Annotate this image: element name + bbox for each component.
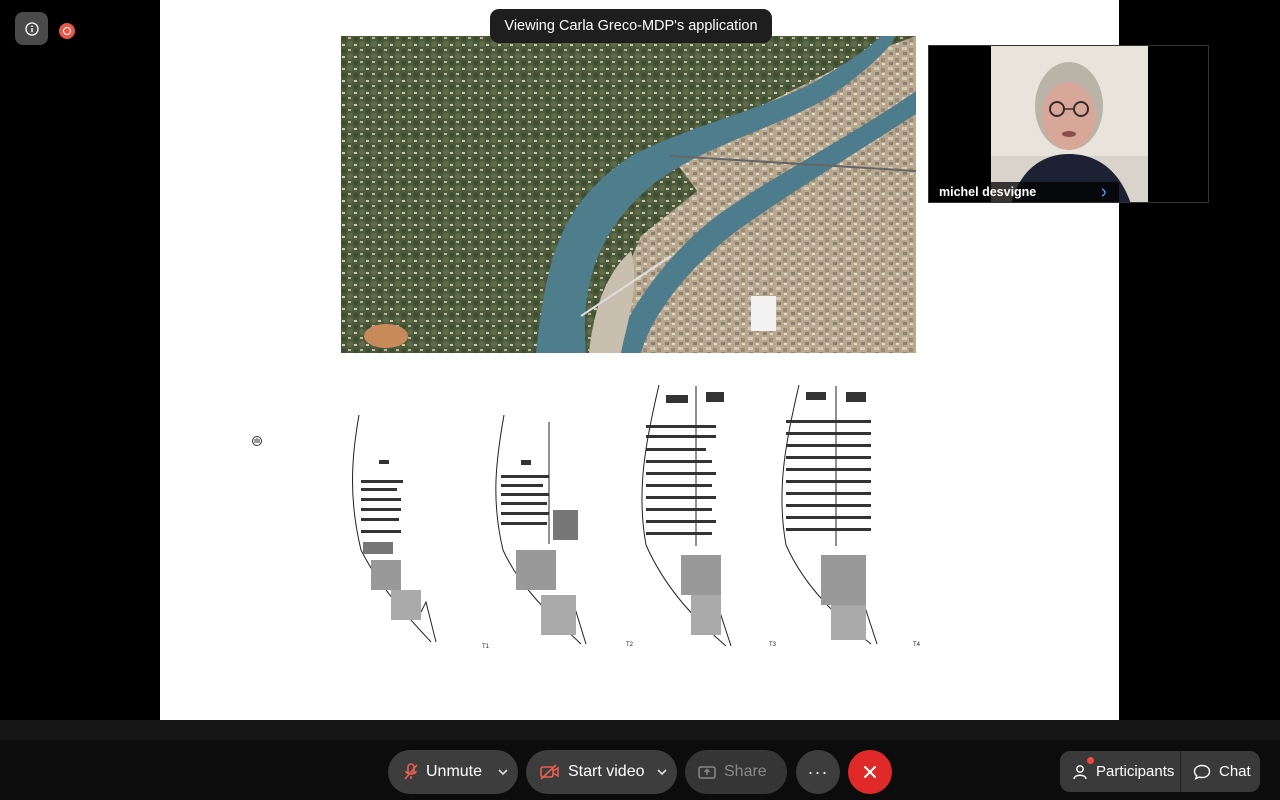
plan-t2: T2: [495, 414, 634, 648]
participant-name: michel desvigne: [939, 185, 1037, 199]
participant-video-feed: [991, 46, 1148, 202]
share-icon: [698, 764, 716, 780]
plan-label: T2: [626, 642, 634, 648]
hand-cursor-icon: [252, 436, 262, 446]
viewing-banner: Viewing Carla Greco-MDP's application: [490, 9, 772, 43]
notification-dot: [1087, 757, 1094, 764]
participant-name-label: michel desvigne: [929, 182, 1119, 202]
meeting-window: T1 T2 T3 T4 Viewing Carla Greco-MDP's ap…: [0, 0, 1280, 800]
plan-label: T3: [769, 642, 777, 648]
chat-label: Chat: [1219, 763, 1251, 780]
chevron-down-icon[interactable]: [496, 750, 510, 794]
participants-button[interactable]: Participants: [1060, 751, 1181, 792]
panel-toggles: Participants Chat: [1060, 751, 1260, 792]
plan-t1: T1: [352, 414, 490, 650]
close-icon: [864, 766, 876, 778]
participant-video-tile[interactable]: michel desvigne: [928, 45, 1209, 203]
start-video-label: Start video: [568, 763, 645, 780]
chat-button[interactable]: Chat: [1181, 751, 1260, 792]
info-icon: [24, 21, 39, 36]
toolbar-divider: [0, 720, 1280, 740]
mic-muted-icon: [404, 763, 418, 781]
info-button[interactable]: [15, 12, 48, 45]
meeting-toolbar: Unmute Start video Share ··· Participant…: [0, 740, 1280, 800]
share-label: Share: [724, 763, 767, 780]
share-button[interactable]: Share: [685, 750, 787, 794]
recording-icon: [59, 23, 75, 39]
chevron-down-icon[interactable]: [655, 750, 669, 794]
plan-label: T1: [482, 644, 490, 650]
aerial-photo: [341, 36, 916, 353]
video-off-icon: [540, 764, 560, 780]
start-video-button[interactable]: Start video: [526, 750, 677, 794]
participants-icon: [1072, 764, 1088, 780]
plan-t4: T4: [781, 384, 921, 648]
leave-meeting-button[interactable]: [848, 750, 892, 794]
participants-label: Participants: [1096, 763, 1175, 780]
audio-level-icon: [1101, 188, 1106, 197]
unmute-label: Unmute: [426, 763, 483, 780]
unmute-button[interactable]: Unmute: [388, 750, 518, 794]
more-options-button[interactable]: ···: [796, 750, 840, 794]
chat-icon: [1193, 764, 1211, 780]
more-icon: ···: [807, 761, 829, 782]
plan-drawings: T1 T2 T3 T4: [352, 384, 921, 650]
plan-t3: T3: [641, 384, 777, 648]
plan-label: T4: [913, 642, 921, 648]
